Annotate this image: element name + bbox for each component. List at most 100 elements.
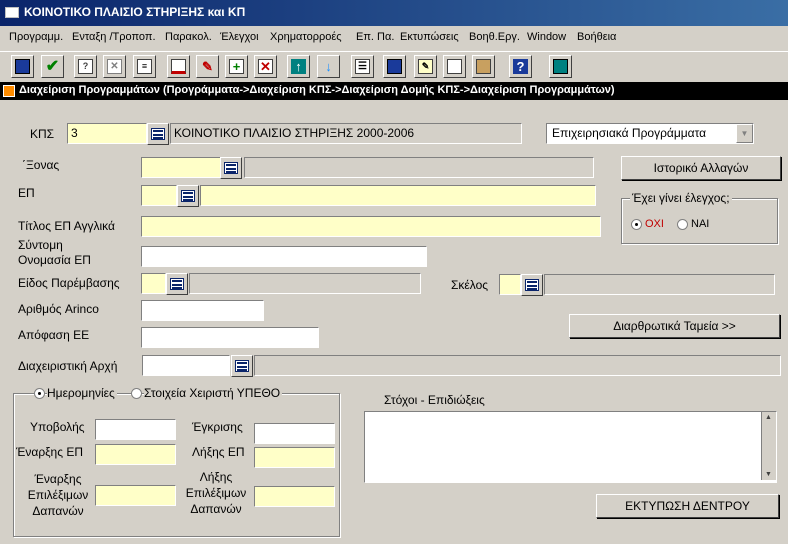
ee-decision-field[interactable]	[141, 327, 319, 348]
print-tree-button[interactable]: ΕΚΤΥΠΩΣΗ ΔΕΝΤΡΟΥ	[596, 494, 779, 518]
edit-button[interactable]: ✎	[196, 55, 219, 78]
ep-description-field[interactable]	[200, 185, 596, 206]
menu-reports[interactable]: Εκτυπώσεις	[400, 31, 459, 43]
menu-entry-modify[interactable]: Ενταξη /Τροποπ.	[72, 31, 156, 43]
notes-button[interactable]: ✎	[414, 55, 437, 78]
execute-query-button[interactable]: ≡	[133, 55, 156, 78]
title-en-label: Τίτλος ΕΠ Αγγλικά	[18, 219, 115, 233]
menu-programs[interactable]: Προγραμμ.	[9, 31, 63, 43]
short-name-field[interactable]	[141, 246, 427, 267]
managing-authority-code-field[interactable]	[142, 355, 230, 376]
axonas-code-field[interactable]	[141, 157, 221, 178]
title-en-field[interactable]	[141, 216, 601, 237]
paste-button[interactable]	[472, 55, 495, 78]
cancel-query-icon: ✕	[107, 59, 122, 74]
managing-authority-description-field	[254, 355, 781, 376]
menu-help[interactable]: Βοήθεια	[577, 31, 616, 43]
query-button[interactable]: ?	[74, 55, 97, 78]
eligible-start-date-field[interactable]	[95, 485, 176, 506]
axonas-description-field	[244, 157, 594, 178]
arinco-field[interactable]	[141, 300, 264, 321]
clipboard-icon	[476, 59, 491, 74]
menu-checks[interactable]: Έλεγχοι	[220, 31, 259, 43]
exit-button[interactable]	[549, 55, 572, 78]
ep-start-date-label: Έναρξης ΕΠ	[16, 445, 84, 459]
ep-lov-button[interactable]	[177, 185, 199, 207]
save-button[interactable]	[11, 55, 34, 78]
window-title-bar[interactable]: ΚΟΙΝΟΤΙΚΟ ΠΛΑΙΣΙΟ ΣΤΗΡΙΞΗΣ και ΚΠ	[0, 0, 788, 26]
check-yes-radio[interactable]	[677, 219, 688, 230]
ep-end-date-label: Λήξης ΕΠ	[192, 445, 245, 459]
scroll-down-icon[interactable]: ▼	[765, 471, 772, 478]
grid-button[interactable]	[383, 55, 406, 78]
ep-start-date-field[interactable]	[95, 444, 176, 465]
delete-icon: ✕	[258, 59, 273, 74]
lov-icon	[170, 278, 184, 290]
insert-record-button[interactable]: +	[225, 55, 248, 78]
ypetho-radio[interactable]	[131, 388, 142, 399]
pencil-icon: ✎	[202, 59, 213, 74]
list-icon: ☰	[355, 59, 370, 74]
structural-funds-button[interactable]: Διαρθρωτικά Ταμεία >>	[569, 314, 780, 338]
help-icon: ?	[513, 59, 528, 74]
copy-button[interactable]	[443, 55, 466, 78]
cancel-query-button[interactable]: ✕	[103, 55, 126, 78]
menu-cashflows[interactable]: Χρηματορροές	[270, 31, 342, 43]
ypetho-radio-label: Στοιχεία Χειριστή ΥΠΕΘΟ	[144, 386, 283, 400]
check-no-radio[interactable]	[631, 219, 642, 230]
kps-lov-button[interactable]	[147, 123, 169, 145]
form-icon	[3, 85, 15, 97]
axonas-lov-button[interactable]	[220, 157, 242, 179]
eligible-end-date-label: Λήξης Επιλέξιμων Δαπανών	[185, 470, 247, 516]
scroll-up-icon[interactable]: ▲	[765, 414, 772, 421]
intervention-type-description-field	[189, 273, 421, 294]
help-button[interactable]: ?	[509, 55, 532, 78]
print-button[interactable]	[167, 55, 190, 78]
notes-icon: ✎	[418, 59, 433, 74]
arrow-down-icon: ↓	[325, 59, 332, 74]
chevron-down-icon[interactable]: ▼	[736, 124, 753, 143]
skelos-code-field[interactable]	[499, 274, 521, 295]
goals-textarea[interactable]: ▲ ▼	[364, 411, 777, 483]
menu-bar: Προγραμμ. Ενταξη /Τροποπ. Παρακολ. Έλεγχ…	[0, 27, 788, 49]
menu-window[interactable]: Window	[527, 31, 566, 43]
lov-icon	[151, 128, 165, 140]
check-done-title: Έχει γίνει έλεγχος;	[630, 191, 732, 205]
menu-monitoring[interactable]: Παρακολ.	[165, 31, 212, 43]
inner-window-title-bar[interactable]: Διαχείριση Προγραμμάτων (Προγράμματα->Δι…	[0, 82, 788, 100]
intervention-type-lov-button[interactable]	[166, 273, 188, 295]
short-name-label: Σύντομη Ονομασία ΕΠ	[18, 238, 91, 267]
previous-record-button[interactable]: ↑	[287, 55, 310, 78]
skelos-label: Σκέλος	[451, 278, 489, 292]
commit-button[interactable]: ✔	[41, 55, 64, 78]
submission-date-field[interactable]	[95, 419, 176, 440]
goals-label: Στόχοι - Επιδιώξεις	[384, 393, 485, 407]
inner-window-title: Διαχείριση Προγραμμάτων (Προγράμματα->Δι…	[19, 84, 615, 96]
eligible-end-date-field[interactable]	[254, 486, 335, 507]
skelos-lov-button[interactable]	[521, 274, 543, 296]
ep-end-date-field[interactable]	[254, 447, 335, 468]
lov-icon	[525, 279, 539, 291]
ep-label: ΕΠ	[18, 186, 35, 200]
next-record-button[interactable]: ↓	[317, 55, 340, 78]
history-button[interactable]: Ιστορικό Αλλαγών	[621, 156, 781, 180]
menu-tools[interactable]: Βοηθ.Εργ.	[469, 31, 520, 43]
goals-scrollbar[interactable]: ▲ ▼	[761, 412, 776, 480]
ep-code-field[interactable]	[141, 185, 177, 206]
program-type-select[interactable]: Επιχειρησιακά Προγράμματα ▼	[546, 123, 754, 144]
managing-authority-lov-button[interactable]	[231, 355, 253, 377]
dates-radio[interactable]	[34, 388, 45, 399]
approval-date-field[interactable]	[254, 423, 335, 444]
intervention-type-code-field[interactable]	[141, 273, 166, 294]
program-type-value: Επιχειρησιακά Προγράμματα	[552, 126, 707, 140]
menu-ep-pa[interactable]: Επ. Πα.	[356, 31, 394, 43]
delete-record-button[interactable]: ✕	[254, 55, 277, 78]
list-button[interactable]: ☰	[351, 55, 374, 78]
copy-icon	[447, 59, 462, 74]
exit-door-icon	[553, 59, 568, 74]
arinco-label: Αριθμός Arinco	[18, 302, 99, 316]
kps-code-field[interactable]: 3	[67, 123, 147, 144]
ee-decision-label: Απόφαση ΕΕ	[18, 328, 90, 342]
arrow-up-icon: ↑	[291, 59, 306, 74]
approval-date-label: Έγκρισης	[192, 420, 243, 434]
